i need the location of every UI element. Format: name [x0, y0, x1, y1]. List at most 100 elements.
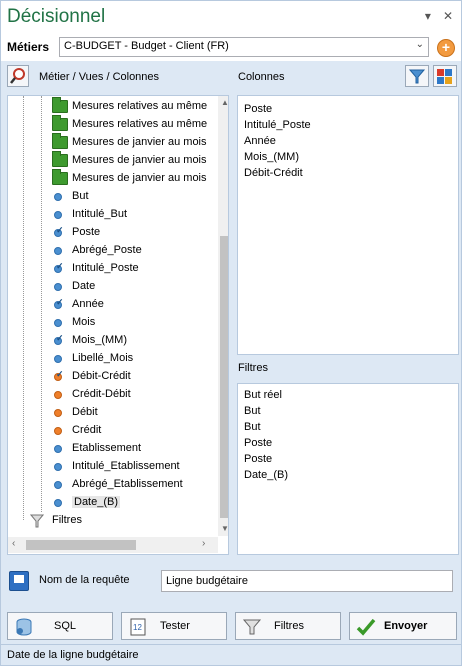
tree-header: Métier / Vues / Colonnes: [39, 71, 160, 83]
status-text: Date de la ligne budgétaire: [7, 649, 139, 661]
funnel-icon: [30, 514, 44, 528]
tree-folder-label: Mesures de janvier au mois: [72, 154, 207, 166]
tree-field-label: Débit-Crédit: [72, 370, 131, 382]
field-dot-icon: [54, 499, 62, 507]
sql-button-label: SQL: [54, 620, 77, 632]
tree-field-label: Poste: [72, 226, 101, 238]
field-checked-icon: [54, 261, 64, 273]
field-checked-icon: [54, 297, 64, 309]
tree-filtres-label: Filtres: [52, 514, 82, 526]
colonne-item[interactable]: Année: [244, 133, 452, 149]
tree-field-label: Date: [72, 280, 96, 292]
metiers-select[interactable]: C-BUDGET - Budget - Client (FR) ⌄: [59, 37, 429, 57]
colonne-item[interactable]: Débit-Crédit: [244, 165, 452, 181]
tree-guide-line-root: [23, 96, 24, 520]
filtre-item[interactable]: Poste: [244, 435, 452, 451]
test-sheet-icon: 12: [130, 618, 146, 636]
field-dot-icon: [54, 211, 62, 219]
tree-field-label: Intitulé_Etablissement: [72, 460, 180, 472]
tree-folder-label: Mesures de janvier au mois: [72, 136, 207, 148]
puzzle-icon: [437, 69, 452, 84]
sql-button[interactable]: SQL: [7, 612, 113, 640]
tree-horizontal-scrollbar[interactable]: ‹ ›: [8, 537, 218, 553]
scroll-thumb[interactable]: [220, 236, 228, 518]
field-dot-icon: [54, 247, 62, 255]
filtre-item[interactable]: Poste: [244, 451, 452, 467]
filtre-item[interactable]: Date_(B): [244, 467, 452, 483]
filter-columns-button[interactable]: [405, 65, 429, 87]
tree-folder-label: Mesures relatives au même: [72, 100, 208, 112]
database-icon: [16, 618, 32, 636]
tree-field-label: Année: [72, 298, 104, 310]
folder-icon: [52, 151, 68, 167]
tree-field-label: Date_(B): [72, 496, 121, 508]
field-checked-icon: [54, 333, 64, 345]
tree-field-label: Mois: [72, 316, 96, 328]
save-icon[interactable]: [9, 571, 29, 591]
scroll-up-icon[interactable]: ▲: [221, 98, 228, 107]
magnifier-icon: [10, 68, 25, 84]
tree-field-label: Intitulé_Poste: [72, 262, 139, 274]
metiers-selected-value: C-BUDGET - Budget - Client (FR): [64, 40, 229, 52]
filtres-button[interactable]: Filtres: [235, 612, 341, 640]
request-name-input[interactable]: [161, 570, 453, 592]
field-checked-icon: [54, 225, 64, 237]
filtres-button-label: Filtres: [274, 620, 304, 632]
tree-field-label: Débit: [72, 406, 98, 418]
titlebar: Décisionnel ▾ ✕: [1, 1, 461, 33]
metiers-row: Métiers C-BUDGET - Budget - Client (FR) …: [1, 33, 461, 61]
tree-field-label: Abrégé_Etablissement: [72, 478, 183, 490]
scroll-right-icon[interactable]: ›: [202, 538, 205, 549]
tree-field-label: Etablissement: [72, 442, 142, 454]
colonne-item[interactable]: Poste: [244, 101, 452, 117]
filtres-list[interactable]: But réel But But Poste Poste Date_(B): [237, 383, 459, 555]
funnel-icon: [242, 619, 262, 635]
tree-field-label: Intitulé_But: [72, 208, 128, 220]
scroll-left-icon[interactable]: ‹: [12, 538, 15, 549]
tree-field-label: Mois_(MM): [72, 334, 127, 346]
colonnes-list[interactable]: Poste Intitulé_Poste Année Mois_(MM) Déb…: [237, 95, 459, 355]
folder-icon: [52, 115, 68, 131]
field-dot-icon: [54, 427, 62, 435]
colonnes-header: Colonnes: [238, 71, 285, 83]
tree-field-label: Libellé_Mois: [72, 352, 134, 364]
checkmark-icon: [356, 618, 376, 636]
request-name-label: Nom de la requête: [39, 574, 130, 586]
close-icon[interactable]: ✕: [443, 9, 453, 23]
tester-button[interactable]: 12 Tester: [121, 612, 227, 640]
search-tree-button[interactable]: [7, 65, 29, 87]
dropdown-icon[interactable]: ▾: [425, 9, 431, 23]
tester-button-label: Tester: [160, 620, 190, 632]
funnel-icon: [408, 69, 426, 84]
colonne-item[interactable]: Intitulé_Poste: [244, 117, 452, 133]
puzzle-columns-button[interactable]: [433, 65, 457, 87]
tree-field-label: Abrégé_Poste: [72, 244, 142, 256]
envoyer-button[interactable]: Envoyer: [349, 612, 457, 640]
tree-field-label: Crédit: [72, 424, 102, 436]
field-dot-icon: [54, 391, 62, 399]
filtre-item[interactable]: But: [244, 419, 452, 435]
field-dot-icon: [54, 463, 62, 471]
filtre-item[interactable]: But réel: [244, 387, 452, 403]
scroll-down-icon[interactable]: ▼: [221, 524, 228, 533]
tree-vertical-scrollbar[interactable]: ▲ ▼: [218, 96, 228, 536]
folder-icon: [52, 169, 68, 185]
decisionnel-pane: Décisionnel ▾ ✕ Métiers C-BUDGET - Budge…: [0, 0, 462, 666]
tree-folder-label: Mesures relatives au même: [72, 118, 208, 130]
folder-icon: [52, 97, 68, 113]
pane-title: Décisionnel: [7, 6, 106, 27]
field-dot-icon: [54, 283, 62, 291]
scroll-thumb[interactable]: [26, 540, 136, 550]
tree-folder-label: Mesures de janvier au mois: [72, 172, 207, 184]
field-dot-icon: [54, 445, 62, 453]
filtres-header: Filtres: [238, 362, 268, 374]
filtre-item[interactable]: But: [244, 403, 452, 419]
field-dot-icon: [54, 481, 62, 489]
colonne-item[interactable]: Mois_(MM): [244, 149, 452, 165]
tree-guide-line: [41, 96, 42, 512]
titlebar-icons: ▾ ✕: [425, 9, 453, 23]
tree-view[interactable]: Mesures relatives au même Mesures relati…: [7, 95, 229, 555]
add-metier-button[interactable]: +: [437, 39, 455, 57]
field-dot-icon: [54, 193, 62, 201]
envoyer-button-label: Envoyer: [384, 620, 428, 632]
